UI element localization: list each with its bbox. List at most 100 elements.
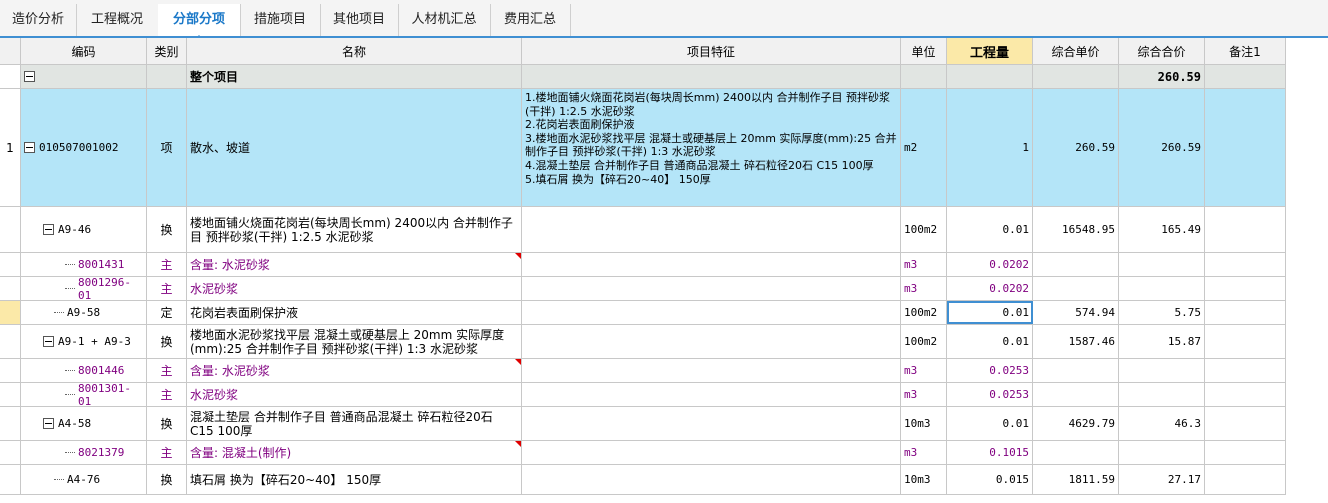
collapse-toggle-icon[interactable] [43, 224, 54, 235]
material-row[interactable]: 8001301-01 主 水泥砂浆 m3 0.0253 [0, 383, 1286, 407]
quota-code-cell[interactable]: A4-58 [21, 407, 147, 440]
quota-type[interactable]: 换 [147, 407, 187, 440]
quota-type[interactable]: 定 [147, 301, 187, 324]
header-quantity[interactable]: 工程量 [947, 38, 1033, 64]
quota-note[interactable] [1205, 407, 1286, 440]
quota-code-cell[interactable]: A4-76 [21, 465, 147, 494]
collapse-toggle-icon[interactable] [24, 71, 35, 82]
quota-name[interactable]: 花岗岩表面刷保护液 [187, 301, 522, 324]
material-unit-price[interactable] [1033, 383, 1119, 406]
material-note[interactable] [1205, 441, 1286, 464]
material-unit[interactable]: m3 [901, 383, 947, 406]
item-feature[interactable]: 1.楼地面铺火烧面花岗岩(每块周长mm) 2400以内 合并制作子目 预拌砂浆(… [522, 89, 901, 206]
quota-row[interactable]: A4-76 换 填石屑 换为【碎石20~40】 150厚 10m3 0.015 … [0, 465, 1286, 495]
material-feature[interactable] [522, 383, 901, 406]
item-unit-price[interactable]: 260.59 [1033, 89, 1119, 206]
quota-qty-selected-cell[interactable]: 0.01 [947, 301, 1033, 324]
material-unit[interactable]: m3 [901, 441, 947, 464]
quota-unit-price[interactable]: 574.94 [1033, 301, 1119, 324]
quota-feature[interactable] [522, 207, 901, 252]
quota-code-cell[interactable]: A9-58 [21, 301, 147, 324]
material-type[interactable]: 主 [147, 441, 187, 464]
quota-unit-price[interactable]: 16548.95 [1033, 207, 1119, 252]
quota-name[interactable]: 楼地面铺火烧面花岗岩(每块周长mm) 2400以内 合并制作子目 预拌砂浆(干拌… [187, 207, 522, 252]
material-name[interactable]: 含量: 水泥砂浆 [187, 253, 522, 276]
quota-unit-price[interactable]: 4629.79 [1033, 407, 1119, 440]
quota-name[interactable]: 填石屑 换为【碎石20~40】 150厚 [187, 465, 522, 494]
quota-code-cell[interactable]: A9-46 [21, 207, 147, 252]
material-total-price[interactable] [1119, 359, 1205, 382]
material-qty[interactable]: 0.0253 [947, 359, 1033, 382]
item-code-cell[interactable]: 010507001002 [21, 89, 147, 206]
material-unit-price[interactable] [1033, 359, 1119, 382]
quota-feature[interactable] [522, 407, 901, 440]
quota-name[interactable]: 楼地面水泥砂浆找平层 混凝土或硬基层上 20mm 实际厚度(mm):25 合并制… [187, 325, 522, 358]
material-row[interactable]: 8001431 主 含量: 水泥砂浆 m3 0.0202 [0, 253, 1286, 277]
material-unit[interactable]: m3 [901, 253, 947, 276]
quota-row-selected[interactable]: A9-58 定 花岗岩表面刷保护液 100m2 0.01 574.94 5.75 [0, 301, 1286, 325]
quota-unit[interactable]: 10m3 [901, 465, 947, 494]
header-unit-price[interactable]: 综合单价 [1033, 38, 1119, 64]
quota-unit[interactable]: 10m3 [901, 407, 947, 440]
tab-cost-analysis[interactable]: 造价分析 [0, 4, 77, 36]
collapse-toggle-icon[interactable] [43, 418, 54, 429]
material-name[interactable]: 水泥砂浆 [187, 277, 522, 300]
quota-feature[interactable] [522, 465, 901, 494]
quota-row[interactable]: A4-58 换 混凝土垫层 合并制作子目 普通商品混凝土 碎石粒径20石 C15… [0, 407, 1286, 441]
quota-qty[interactable]: 0.015 [947, 465, 1033, 494]
material-note[interactable] [1205, 359, 1286, 382]
material-unit-price[interactable] [1033, 253, 1119, 276]
quota-note[interactable] [1205, 301, 1286, 324]
quota-code-cell[interactable]: A9-1 + A9-3 [21, 325, 147, 358]
material-unit[interactable]: m3 [901, 277, 947, 300]
quota-total-price[interactable]: 27.17 [1119, 465, 1205, 494]
header-name[interactable]: 名称 [187, 38, 522, 64]
material-row[interactable]: 8001446 主 含量: 水泥砂浆 m3 0.0253 [0, 359, 1286, 383]
material-code-cell[interactable]: 8001301-01 [21, 383, 147, 406]
material-feature[interactable] [522, 253, 901, 276]
header-total-price[interactable]: 综合合价 [1119, 38, 1205, 64]
tab-fee-summary[interactable]: 费用汇总 [490, 4, 571, 36]
material-total-price[interactable] [1119, 441, 1205, 464]
total-row[interactable]: 整个项目 260.59 [0, 65, 1286, 89]
quota-total-price[interactable]: 165.49 [1119, 207, 1205, 252]
quota-total-price[interactable]: 5.75 [1119, 301, 1205, 324]
header-unit[interactable]: 单位 [901, 38, 947, 64]
collapse-toggle-icon[interactable] [43, 336, 54, 347]
header-type[interactable]: 类别 [147, 38, 187, 64]
material-note[interactable] [1205, 253, 1286, 276]
material-code-cell[interactable]: 8001296-01 [21, 277, 147, 300]
header-feature[interactable]: 项目特征 [522, 38, 901, 64]
material-code-cell[interactable]: 8021379 [21, 441, 147, 464]
quota-type[interactable]: 换 [147, 325, 187, 358]
material-note[interactable] [1205, 277, 1286, 300]
header-code[interactable]: 编码 [21, 38, 147, 64]
bill-item-row[interactable]: 1 010507001002 项 散水、坡道 1.楼地面铺火烧面花岗岩(每块周长… [0, 89, 1286, 207]
material-type[interactable]: 主 [147, 253, 187, 276]
quota-total-price[interactable]: 15.87 [1119, 325, 1205, 358]
material-name[interactable]: 水泥砂浆 [187, 383, 522, 406]
material-code-cell[interactable]: 8001446 [21, 359, 147, 382]
material-row[interactable]: 8001296-01 主 水泥砂浆 m3 0.0202 [0, 277, 1286, 301]
collapse-toggle-icon[interactable] [24, 142, 35, 153]
quota-qty[interactable]: 0.01 [947, 325, 1033, 358]
tab-measures[interactable]: 措施项目 [240, 4, 321, 36]
quota-type[interactable]: 换 [147, 465, 187, 494]
item-qty[interactable]: 1 [947, 89, 1033, 206]
quota-unit[interactable]: 100m2 [901, 301, 947, 324]
material-qty[interactable]: 0.0253 [947, 383, 1033, 406]
material-name[interactable]: 含量: 水泥砂浆 [187, 359, 522, 382]
material-type[interactable]: 主 [147, 277, 187, 300]
material-name[interactable]: 含量: 混凝土(制作) [187, 441, 522, 464]
item-type[interactable]: 项 [147, 89, 187, 206]
material-total-price[interactable] [1119, 383, 1205, 406]
quota-total-price[interactable]: 46.3 [1119, 407, 1205, 440]
quota-qty[interactable]: 0.01 [947, 407, 1033, 440]
material-total-price[interactable] [1119, 253, 1205, 276]
material-unit[interactable]: m3 [901, 359, 947, 382]
quota-unit[interactable]: 100m2 [901, 207, 947, 252]
tab-labor-material-summary[interactable]: 人材机汇总 [398, 4, 491, 36]
material-qty[interactable]: 0.0202 [947, 277, 1033, 300]
item-note[interactable] [1205, 89, 1286, 206]
material-total-price[interactable] [1119, 277, 1205, 300]
